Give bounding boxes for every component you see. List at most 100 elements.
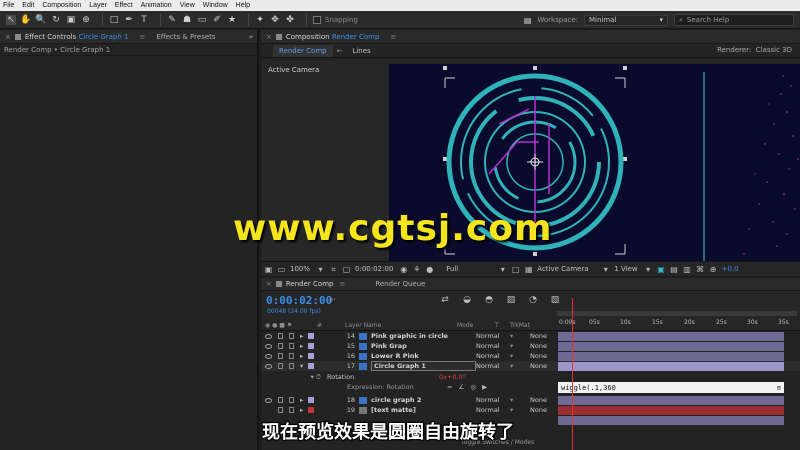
menu-animation[interactable]: Animation: [141, 2, 172, 9]
solo-box[interactable]: [278, 363, 283, 369]
always-preview-icon[interactable]: ▣: [264, 265, 273, 274]
tab-render-queue[interactable]: Render Queue: [370, 277, 430, 291]
layer-row[interactable]: ▸ 15 Pink Grap Normal ▾ None: [261, 341, 800, 351]
lock-icon[interactable]: [289, 353, 294, 359]
menu-file[interactable]: File: [3, 2, 14, 9]
tab-effects-presets[interactable]: Effects & Presets: [151, 30, 220, 44]
region-of-interest-icon[interactable]: □: [511, 265, 520, 274]
layer-name[interactable]: Circle Graph 1: [371, 361, 476, 371]
layer-name[interactable]: Pink graphic in circle: [371, 332, 476, 340]
solo-box[interactable]: [278, 407, 283, 413]
trkmat-dropdown[interactable]: None: [530, 332, 554, 340]
frame-blending-icon[interactable]: ▨: [505, 295, 517, 305]
layer-row[interactable]: ▸ 14 Pink graphic in circle Normal ▾ Non…: [261, 331, 800, 341]
tab-render-comp[interactable]: × Render Comp ≡: [261, 277, 350, 291]
label-color-swatch[interactable]: [308, 363, 314, 369]
shy-layers-icon[interactable]: ◓: [483, 295, 495, 305]
layer-duration-bar[interactable]: [558, 395, 784, 405]
close-icon[interactable]: ×: [266, 33, 272, 41]
menu-window[interactable]: Window: [203, 2, 228, 9]
layer-name[interactable]: Lower R Pink: [371, 352, 476, 360]
fast-previews-icon[interactable]: ▤: [670, 265, 679, 274]
mode-dropdown[interactable]: Normal: [476, 332, 510, 340]
workspace-dropdown[interactable]: Minimal ▾: [584, 14, 668, 26]
playhead[interactable]: [572, 298, 573, 450]
label-color-swatch[interactable]: [308, 333, 314, 339]
subtab-render-comp[interactable]: Render Comp: [273, 44, 333, 57]
twirl-icon[interactable]: ▸: [300, 352, 308, 360]
twirl-icon[interactable]: ▸: [300, 332, 308, 340]
transparency-grid-icon[interactable]: ▦: [524, 265, 533, 274]
graph-editor-icon[interactable]: ▧: [549, 295, 561, 305]
mode-dropdown[interactable]: Normal: [476, 396, 510, 404]
snapshot-icon[interactable]: ◉: [399, 265, 408, 274]
eye-icon[interactable]: [265, 363, 272, 369]
layer-duration-bar[interactable]: [558, 416, 784, 425]
panel-menu-icon[interactable]: ≡: [390, 33, 396, 41]
layer-row[interactable]: ▸ 16 Lower R Pink Normal ▾ None: [261, 351, 800, 361]
puppet-tool-icon[interactable]: ★: [227, 15, 237, 25]
trkmat-dropdown[interactable]: None: [530, 352, 554, 360]
lock-icon[interactable]: [289, 363, 294, 369]
panel-menu-icon[interactable]: ≡: [139, 33, 145, 41]
eye-icon[interactable]: [265, 397, 272, 403]
menu-composition[interactable]: Composition: [42, 2, 81, 9]
mask-visibility-icon[interactable]: ▢: [342, 265, 351, 274]
solo-box[interactable]: [278, 397, 283, 403]
solo-box[interactable]: [278, 353, 283, 359]
views-dropdown[interactable]: 1 View: [614, 265, 637, 273]
renderer-info[interactable]: Renderer: Classic 3D: [717, 46, 792, 54]
scroll-icon[interactable]: ≡: [777, 384, 781, 392]
layer-duration-bar[interactable]: [558, 405, 784, 415]
pan-behind-tool-icon[interactable]: ⊕: [81, 15, 91, 25]
exposure-value[interactable]: +0.0: [722, 265, 739, 273]
lock-icon[interactable]: [289, 343, 294, 349]
layer-duration-bar[interactable]: [558, 351, 784, 361]
roto-brush-tool-icon[interactable]: ✐: [212, 15, 222, 25]
expression-controls-icon[interactable]: = ∠ ◎ ▶: [447, 383, 489, 391]
selection-tool-icon[interactable]: ↖: [6, 14, 16, 25]
camera-tool-icon[interactable]: ▣: [66, 15, 76, 25]
show-snapshot-icon[interactable]: ⚘: [412, 265, 421, 274]
work-area-bar[interactable]: [557, 311, 797, 316]
layer-name[interactable]: [text matte]: [371, 406, 476, 414]
title-safe-icon[interactable]: ⌗: [329, 265, 338, 274]
eye-icon[interactable]: [265, 343, 272, 349]
mode-dropdown[interactable]: Normal: [476, 352, 510, 360]
tab-composition[interactable]: × Composition Render Comp: [261, 30, 384, 44]
eye-icon[interactable]: [265, 353, 272, 359]
zoom-tool-icon[interactable]: 🔍: [35, 15, 46, 25]
menu-edit[interactable]: Edit: [22, 2, 34, 9]
lock-icon[interactable]: [289, 397, 294, 403]
tab-effect-controls[interactable]: × Effect Controls Circle Graph 1: [0, 30, 133, 44]
rotate-tool-icon[interactable]: ↻: [51, 15, 61, 25]
twirl-open-icon[interactable]: ▾: [300, 362, 308, 370]
subtab-lines[interactable]: Lines: [346, 45, 376, 57]
trkmat-dropdown[interactable]: None: [530, 406, 554, 414]
timeline-icon[interactable]: ▥: [683, 265, 692, 274]
layer-duration-bar[interactable]: [558, 361, 784, 371]
eraser-tool-icon[interactable]: ▭: [197, 15, 207, 25]
eye-icon[interactable]: [265, 333, 272, 339]
motion-blur-icon[interactable]: ◔: [527, 295, 539, 305]
timeline-timecode[interactable]: 0:00:02:00: [266, 294, 332, 307]
menu-view[interactable]: View: [180, 2, 195, 9]
toggle-pixel-aspect-icon[interactable]: ▣: [657, 265, 666, 274]
snapping-checkbox[interactable]: [313, 15, 321, 24]
comp-flowchart-icon[interactable]: ⇄: [439, 295, 451, 305]
close-icon[interactable]: ×: [5, 33, 11, 41]
twirl-icon[interactable]: ▸: [300, 396, 308, 404]
search-icon[interactable]: ⌕·: [329, 295, 336, 305]
close-icon[interactable]: ×: [266, 280, 272, 288]
search-help-input[interactable]: ⌕ Search Help: [674, 14, 794, 26]
layer-row[interactable]: ▸ 18 circle graph 2 Normal ▾ None: [261, 395, 800, 405]
world-axis-icon[interactable]: ✥: [270, 15, 280, 25]
property-value[interactable]: 0x+0.0°: [439, 373, 466, 381]
menu-effect[interactable]: Effect: [115, 2, 133, 9]
type-tool-icon[interactable]: T: [139, 15, 149, 25]
draft-3d-icon[interactable]: ◒: [461, 295, 473, 305]
color-channel-icon[interactable]: ●: [425, 265, 434, 274]
twirl-icon[interactable]: ▸: [300, 342, 308, 350]
rectangle-tool-icon[interactable]: □: [109, 15, 119, 25]
menu-layer[interactable]: Layer: [89, 2, 107, 9]
